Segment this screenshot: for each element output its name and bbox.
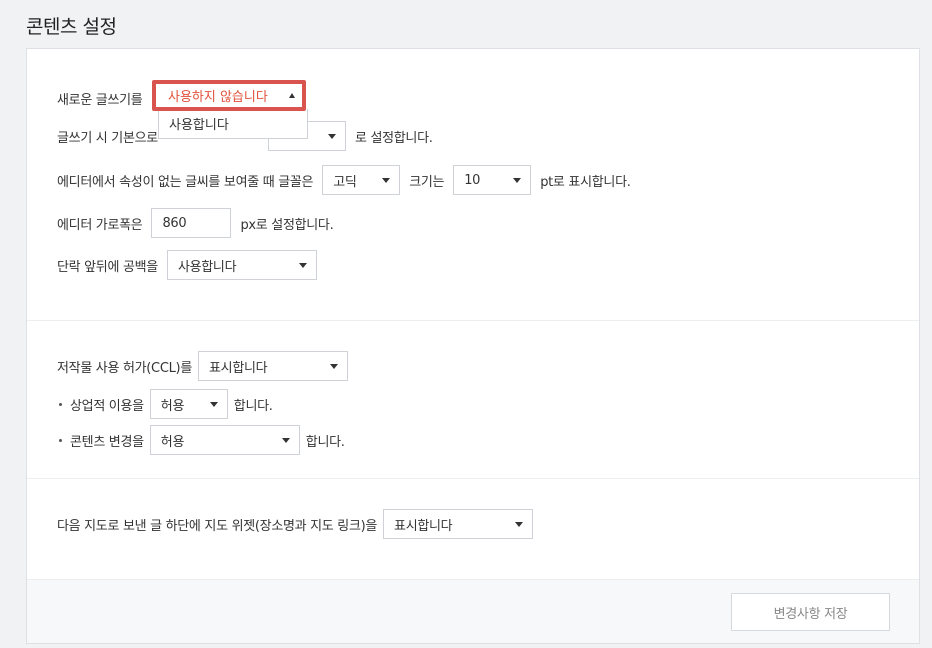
size-suffix: pt로 표시합니다. bbox=[540, 174, 631, 190]
font-value: 고딕 bbox=[333, 174, 357, 190]
spacing-value: 사용합니다 bbox=[177, 259, 237, 275]
ccl-modify-row: 콘텐츠 변경을 허용 합니다. bbox=[57, 425, 345, 455]
ccl-commercial-label: 상업적 이용을 bbox=[70, 398, 144, 414]
ccl-select[interactable]: 표시합니다 bbox=[198, 351, 348, 381]
chevron-down-icon bbox=[298, 263, 307, 268]
section-divider bbox=[27, 320, 919, 321]
map-select[interactable]: 표시합니다 bbox=[383, 509, 534, 539]
ccl-modify-value: 허용 bbox=[160, 434, 185, 450]
chevron-up-icon bbox=[289, 93, 295, 98]
footer: 변경사항 저장 bbox=[27, 579, 919, 643]
spacing-select[interactable]: 사용합니다 bbox=[166, 250, 317, 280]
size-select[interactable]: 10 bbox=[453, 165, 532, 195]
width-input[interactable]: 860 bbox=[151, 208, 232, 238]
page-title: 콘텐츠 설정 bbox=[26, 16, 117, 38]
chevron-down-icon bbox=[330, 364, 338, 369]
size-value: 10 bbox=[464, 172, 481, 188]
chevron-down-icon bbox=[382, 178, 391, 183]
new-writer-selected-value: 사용하지 않습니다 bbox=[168, 90, 268, 105]
new-writer-select[interactable]: 사용하지 않습니다 bbox=[152, 80, 306, 111]
bullet-icon bbox=[59, 402, 62, 406]
ccl-commercial-select[interactable]: 허용 bbox=[149, 389, 228, 419]
ccl-commercial-value: 허용 bbox=[160, 398, 185, 414]
width-value: 860 bbox=[162, 215, 187, 231]
font-row: 에디터에서 속성이 없는 글씨를 보여줄 때 글꼴은 고딕 크기는 10 pt로… bbox=[57, 165, 631, 195]
map-value: 표시합니다 bbox=[394, 518, 453, 534]
bullet-icon bbox=[59, 438, 62, 442]
chevron-down-icon bbox=[513, 178, 522, 183]
chevron-down-icon bbox=[281, 438, 290, 443]
chevron-down-icon bbox=[209, 402, 218, 407]
width-suffix: px로 설정합니다. bbox=[240, 217, 334, 233]
chevron-down-icon bbox=[327, 134, 336, 139]
width-row: 에디터 가로폭은 860 px로 설정합니다. bbox=[57, 208, 334, 238]
ccl-row: 저작물 사용 허가(CCL)를 표시합니다 bbox=[57, 351, 348, 381]
width-label: 에디터 가로폭은 bbox=[57, 217, 143, 233]
section-divider bbox=[27, 478, 919, 479]
new-writer-row: 새로운 글쓰기를 bbox=[57, 83, 143, 113]
ccl-modify-select[interactable]: 허용 bbox=[149, 425, 300, 455]
ccl-modify-suffix: 합니다. bbox=[305, 434, 345, 450]
spacing-row: 단락 앞뒤에 공백을 사용합니다 bbox=[57, 250, 317, 280]
map-row: 다음 지도로 보낸 글 하단에 지도 위젯(장소명과 지도 링크)을 표시합니다 bbox=[57, 509, 534, 539]
chevron-down-icon bbox=[515, 522, 524, 527]
save-button[interactable]: 변경사항 저장 bbox=[731, 593, 890, 631]
ccl-commercial-row: 상업적 이용을 허용 합니다. bbox=[57, 389, 273, 419]
font-select[interactable]: 고딕 bbox=[322, 165, 401, 195]
new-writer-label: 새로운 글쓰기를 bbox=[57, 92, 143, 108]
map-label: 다음 지도로 보낸 글 하단에 지도 위젯(장소명과 지도 링크)을 bbox=[57, 518, 378, 534]
ccl-value: 표시합니다 bbox=[209, 360, 268, 376]
ccl-commercial-suffix: 합니다. bbox=[233, 398, 273, 414]
size-label: 크기는 bbox=[409, 174, 445, 190]
new-writer-option[interactable]: 사용합니다 bbox=[158, 109, 308, 139]
spacing-label: 단락 앞뒤에 공백을 bbox=[57, 259, 158, 275]
default-mode-label: 글쓰기 시 기본으로 bbox=[57, 130, 158, 146]
new-writer-option-label: 사용합니다 bbox=[169, 118, 229, 133]
font-label: 에디터에서 속성이 없는 글씨를 보여줄 때 글꼴은 bbox=[57, 174, 314, 190]
default-mode-suffix: 로 설정합니다. bbox=[354, 130, 433, 146]
ccl-modify-label: 콘텐츠 변경을 bbox=[70, 434, 144, 450]
ccl-label: 저작물 사용 허가(CCL)를 bbox=[57, 360, 192, 376]
